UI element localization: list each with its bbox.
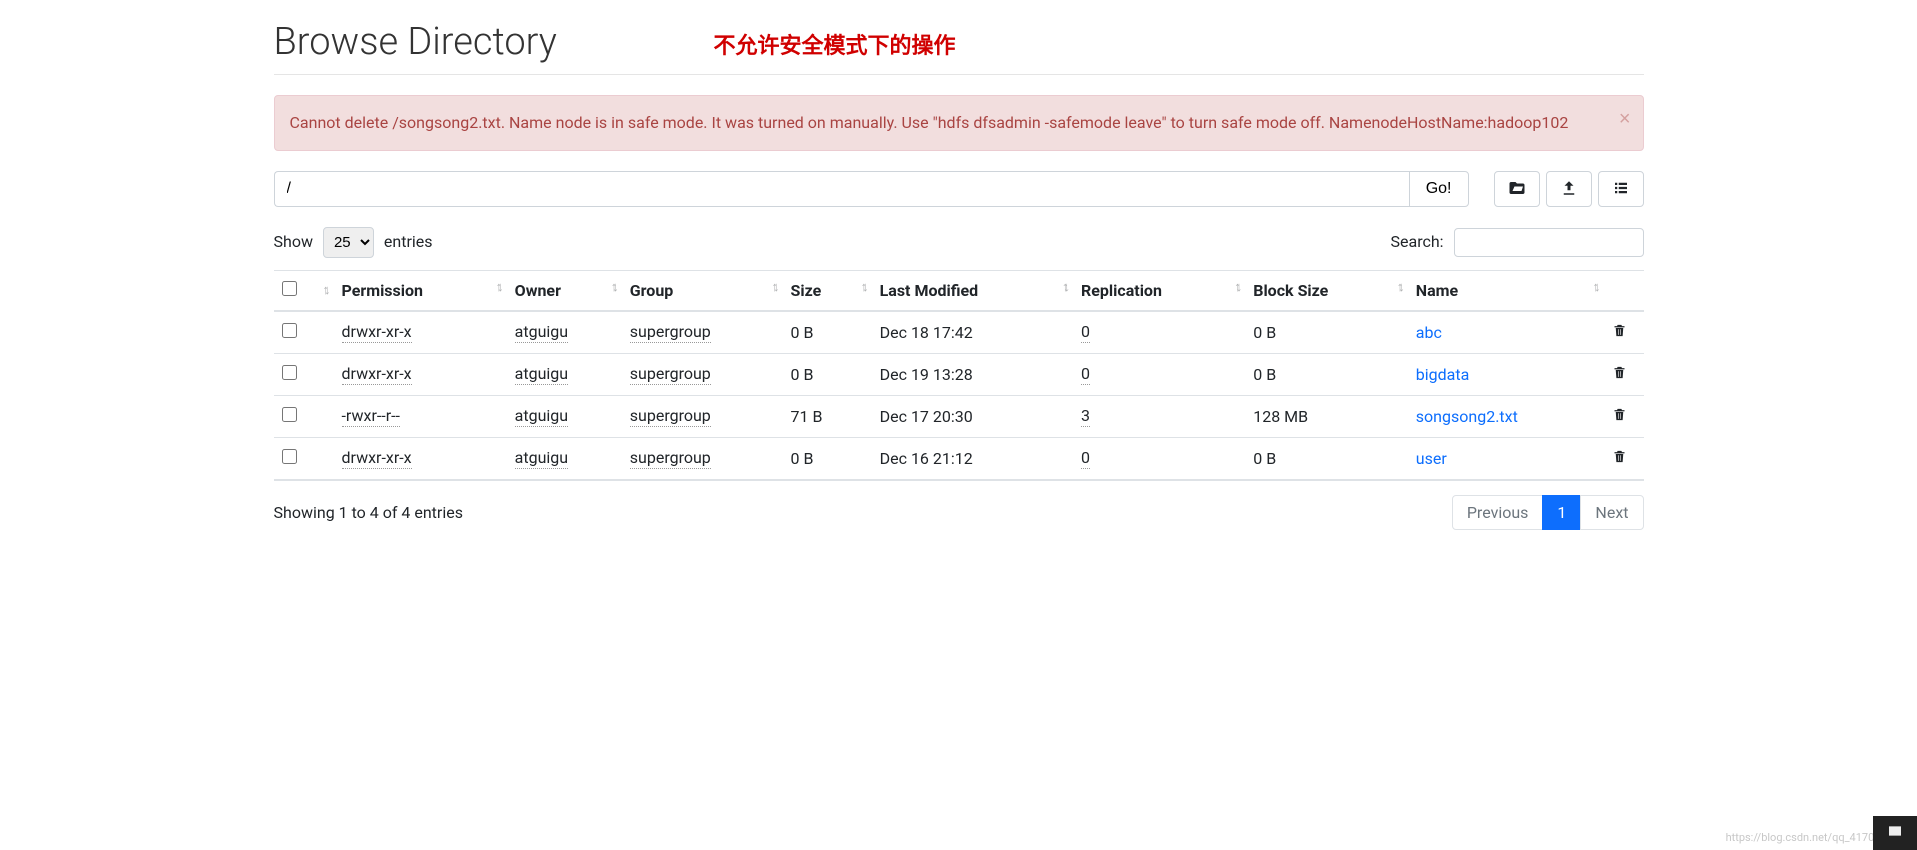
- table-row: drwxr-xr-xatguigusupergroup0 BDec 16 21:…: [274, 438, 1644, 481]
- pagination: Previous 1 Next: [1453, 495, 1644, 530]
- cell-replication[interactable]: 0: [1081, 364, 1090, 385]
- cell-size: 0 B: [783, 311, 872, 354]
- alert-error: Cannot delete /songsong2.txt. Name node …: [274, 95, 1644, 151]
- cell-owner[interactable]: atguigu: [515, 364, 568, 385]
- row-checkbox[interactable]: [282, 365, 297, 380]
- alert-message: Cannot delete /songsong2.txt. Name node …: [290, 113, 1569, 132]
- upload-button[interactable]: [1546, 171, 1592, 207]
- delete-button[interactable]: [1612, 450, 1627, 469]
- cell-owner[interactable]: atguigu: [515, 448, 568, 469]
- cell-block: 128 MB: [1245, 396, 1408, 438]
- table-row: -rwxr--r-- atguigu supergroup 71 BDec 17 20…: [274, 396, 1644, 438]
- cell-block: 0 B: [1245, 354, 1408, 396]
- search-input[interactable]: [1454, 228, 1644, 257]
- new-folder-button[interactable]: [1494, 171, 1540, 207]
- cell-name-link[interactable]: user: [1416, 449, 1447, 468]
- table-row: drwxr-xr-xatguigusupergroup0 BDec 19 13:…: [274, 354, 1644, 396]
- sort-indicator-column[interactable]: [308, 271, 334, 312]
- page-next[interactable]: Next: [1580, 495, 1643, 530]
- cell-permission[interactable]: drwxr-xr-x: [342, 322, 412, 343]
- select-all-checkbox[interactable]: [282, 281, 297, 296]
- search-label: Search:: [1391, 232, 1444, 251]
- subtitle-icon: [1885, 823, 1905, 843]
- cell-modified: Dec 16 21:12: [872, 438, 1073, 481]
- search-control: Search:: [1391, 228, 1644, 257]
- corner-widget[interactable]: [1873, 816, 1917, 850]
- row-checkbox[interactable]: [282, 407, 297, 422]
- list-icon: [1612, 179, 1630, 200]
- go-button[interactable]: Go!: [1409, 171, 1469, 207]
- length-select[interactable]: 25: [323, 227, 374, 258]
- delete-button[interactable]: [1612, 408, 1627, 427]
- folder-open-icon: [1508, 179, 1526, 200]
- col-group[interactable]: Group: [622, 271, 783, 312]
- delete-button[interactable]: [1612, 366, 1627, 385]
- cell-size: 71 B: [783, 396, 872, 438]
- row-checkbox[interactable]: [282, 323, 297, 338]
- col-modified[interactable]: Last Modified: [872, 271, 1073, 312]
- cell-group[interactable]: supergroup: [630, 364, 711, 385]
- cell-replication[interactable]: 0: [1081, 448, 1090, 469]
- length-suffix: entries: [384, 232, 433, 251]
- col-replication[interactable]: Replication: [1073, 271, 1245, 312]
- cell-size: 0 B: [783, 354, 872, 396]
- page-current[interactable]: 1: [1542, 495, 1581, 530]
- cell-name-link[interactable]: songsong2.txt: [1416, 407, 1518, 426]
- cell-owner[interactable]: atguigu: [515, 406, 568, 427]
- cell-modified: Dec 17 20:30: [872, 396, 1073, 438]
- row-checkbox[interactable]: [282, 449, 297, 464]
- col-permission[interactable]: Permission: [334, 271, 507, 312]
- table-info: Showing 1 to 4 of 4 entries: [274, 503, 463, 522]
- length-control: Show 25 entries: [274, 227, 433, 258]
- cell-size: 0 B: [783, 438, 872, 481]
- cell-permission[interactable]: drwxr-xr-x: [342, 448, 412, 469]
- trash-icon: [1612, 408, 1627, 427]
- cell-name-link[interactable]: bigdata: [1416, 365, 1470, 384]
- page-previous[interactable]: Previous: [1452, 495, 1544, 530]
- trash-icon: [1612, 450, 1627, 469]
- upload-icon: [1560, 179, 1578, 200]
- cell-replication[interactable]: 0: [1081, 322, 1090, 343]
- col-size[interactable]: Size: [783, 271, 872, 312]
- cell-replication[interactable]: 3: [1081, 406, 1090, 427]
- cell-permission[interactable]: drwxr-xr-x: [342, 364, 412, 385]
- safe-mode-annotation: 不允许安全模式下的操作: [714, 28, 956, 60]
- path-input[interactable]: [274, 171, 1409, 207]
- cell-group[interactable]: supergroup: [630, 448, 711, 469]
- cell-permission[interactable]: -rwxr--r--: [342, 406, 400, 427]
- col-block[interactable]: Block Size: [1245, 271, 1408, 312]
- file-table: Permission Owner Group Size Last Modifie…: [274, 270, 1644, 481]
- table-row: drwxr-xr-xatguigusupergroup0 BDec 18 17:…: [274, 311, 1644, 354]
- col-owner[interactable]: Owner: [507, 271, 622, 312]
- cell-group[interactable]: supergroup: [630, 406, 711, 427]
- cell-modified: Dec 18 17:42: [872, 311, 1073, 354]
- page-title: Browse Directory: [274, 0, 1644, 74]
- cell-block: 0 B: [1245, 438, 1408, 481]
- cut-button[interactable]: [1598, 171, 1644, 207]
- trash-icon: [1612, 324, 1627, 343]
- trash-icon: [1612, 366, 1627, 385]
- cell-block: 0 B: [1245, 311, 1408, 354]
- page-header: Browse Directory 不允许安全模式下的操作: [274, 0, 1644, 75]
- cell-owner[interactable]: atguigu: [515, 322, 568, 343]
- cell-name-link[interactable]: abc: [1416, 323, 1442, 342]
- cell-group[interactable]: supergroup: [630, 322, 711, 343]
- alert-close-button[interactable]: ×: [1619, 108, 1631, 131]
- delete-button[interactable]: [1612, 324, 1627, 343]
- length-prefix: Show: [274, 232, 313, 251]
- col-name[interactable]: Name: [1408, 271, 1604, 312]
- cell-modified: Dec 19 13:28: [872, 354, 1073, 396]
- path-input-group: Go!: [274, 171, 1469, 207]
